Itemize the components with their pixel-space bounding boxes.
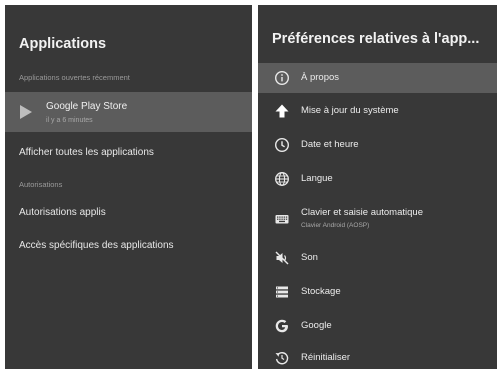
- applications-panel: Applications Applications ouvertes récem…: [5, 5, 252, 369]
- recent-app-time: il y a 6 minutes: [46, 117, 93, 124]
- menu-item-label: Son: [301, 252, 318, 263]
- show-all-apps-item[interactable]: Afficher toutes les applications: [5, 142, 252, 166]
- app-permissions-item[interactable]: Autorisations applis: [5, 202, 252, 226]
- recent-app-name: Google Play Store: [46, 101, 128, 112]
- menu-item-system-update[interactable]: Mise à jour du système: [258, 96, 497, 126]
- menu-item-sublabel: Clavier Android (AOSP): [301, 222, 370, 229]
- menu-item-label: Mise à jour du système: [301, 105, 399, 116]
- panel-title: Applications: [19, 36, 107, 52]
- menu-item-label: Réinitialiser: [301, 352, 351, 363]
- recent-app-item-google-play-store[interactable]: Google Play Store il y a 6 minutes: [5, 92, 252, 132]
- menu-item-sound[interactable]: Son: [258, 243, 497, 273]
- menu-item-label: Google: [301, 320, 332, 331]
- menu-item-label: À propos: [301, 72, 340, 83]
- menu-item-language[interactable]: Langue: [258, 164, 497, 194]
- panel-title: Préférences relatives à l'app...: [272, 31, 480, 47]
- show-all-apps-label: Afficher toutes les applications: [19, 147, 154, 158]
- google-icon: [274, 318, 290, 334]
- menu-item-google[interactable]: Google: [258, 311, 497, 341]
- menu-item-date-time[interactable]: Date et heure: [258, 130, 497, 160]
- menu-item-label: Stockage: [301, 286, 341, 297]
- menu-item-label: Clavier et saisie automatique: [301, 207, 423, 218]
- menu-item-label: Langue: [301, 173, 333, 184]
- menu-item-reset[interactable]: Réinitialiser: [258, 343, 497, 369]
- menu-item-keyboard[interactable]: Clavier et saisie automatique Clavier An…: [258, 199, 497, 239]
- reset-icon: [274, 350, 290, 366]
- menu-item-label: Date et heure: [301, 139, 359, 150]
- menu-item-storage[interactable]: Stockage: [258, 277, 497, 307]
- play-store-icon: [20, 105, 32, 119]
- menu-item-about[interactable]: À propos: [258, 63, 497, 93]
- special-app-access-item[interactable]: Accès spécifiques des applications: [5, 235, 252, 259]
- arrow-up-icon: [274, 103, 290, 119]
- info-icon: [274, 70, 290, 86]
- storage-icon: [274, 284, 290, 300]
- keyboard-icon: [274, 211, 290, 227]
- permissions-section-header: Autorisations: [19, 180, 63, 189]
- recent-apps-section-header: Applications ouvertes récemment: [19, 73, 130, 82]
- device-preferences-panel: Préférences relatives à l'app... À propo…: [258, 5, 497, 369]
- globe-icon: [274, 171, 290, 187]
- sound-off-icon: [274, 250, 290, 266]
- clock-icon: [274, 137, 290, 153]
- app-permissions-label: Autorisations applis: [19, 207, 106, 218]
- special-app-access-label: Accès spécifiques des applications: [19, 240, 174, 251]
